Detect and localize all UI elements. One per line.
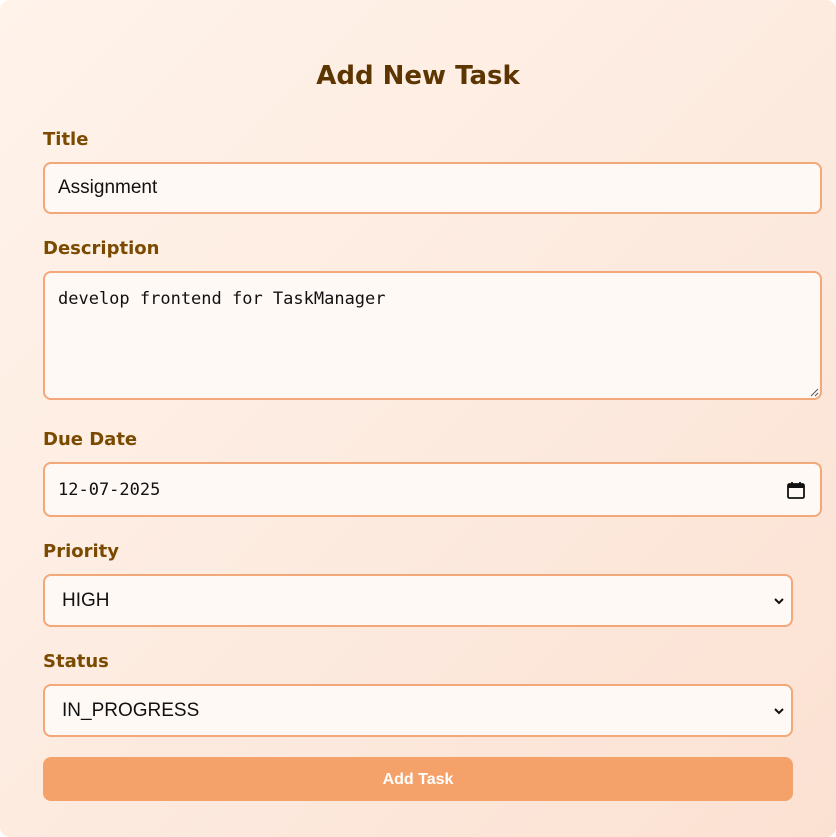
priority-select-value: HIGH — [62, 590, 110, 611]
description-textarea-value: develop frontend for TaskManager — [58, 289, 386, 309]
priority-label: Priority — [43, 541, 119, 562]
chevron-down-icon — [774, 598, 784, 605]
resize-handle-icon[interactable] — [809, 387, 819, 397]
due-date-input-value: 12-07-2025 — [58, 480, 161, 500]
title-input[interactable]: Assignment — [43, 162, 822, 214]
status-select[interactable]: IN_PROGRESS — [43, 684, 793, 737]
description-label: Description — [43, 238, 160, 259]
priority-select[interactable]: HIGH — [43, 574, 793, 627]
add-task-button[interactable]: Add Task — [43, 757, 793, 801]
due-date-label: Due Date — [43, 429, 138, 450]
add-task-card: Add New Task Title Assignment Descriptio… — [0, 0, 836, 837]
description-textarea[interactable]: develop frontend for TaskManager — [43, 271, 822, 400]
title-label: Title — [43, 129, 89, 150]
due-date-input[interactable]: 12-07-2025 — [43, 462, 822, 517]
chevron-down-icon — [774, 708, 784, 715]
calendar-icon[interactable] — [786, 480, 806, 500]
page-title: Add New Task — [316, 61, 520, 91]
status-label: Status — [43, 651, 109, 672]
title-input-value: Assignment — [58, 177, 158, 198]
status-select-value: IN_PROGRESS — [62, 700, 200, 721]
